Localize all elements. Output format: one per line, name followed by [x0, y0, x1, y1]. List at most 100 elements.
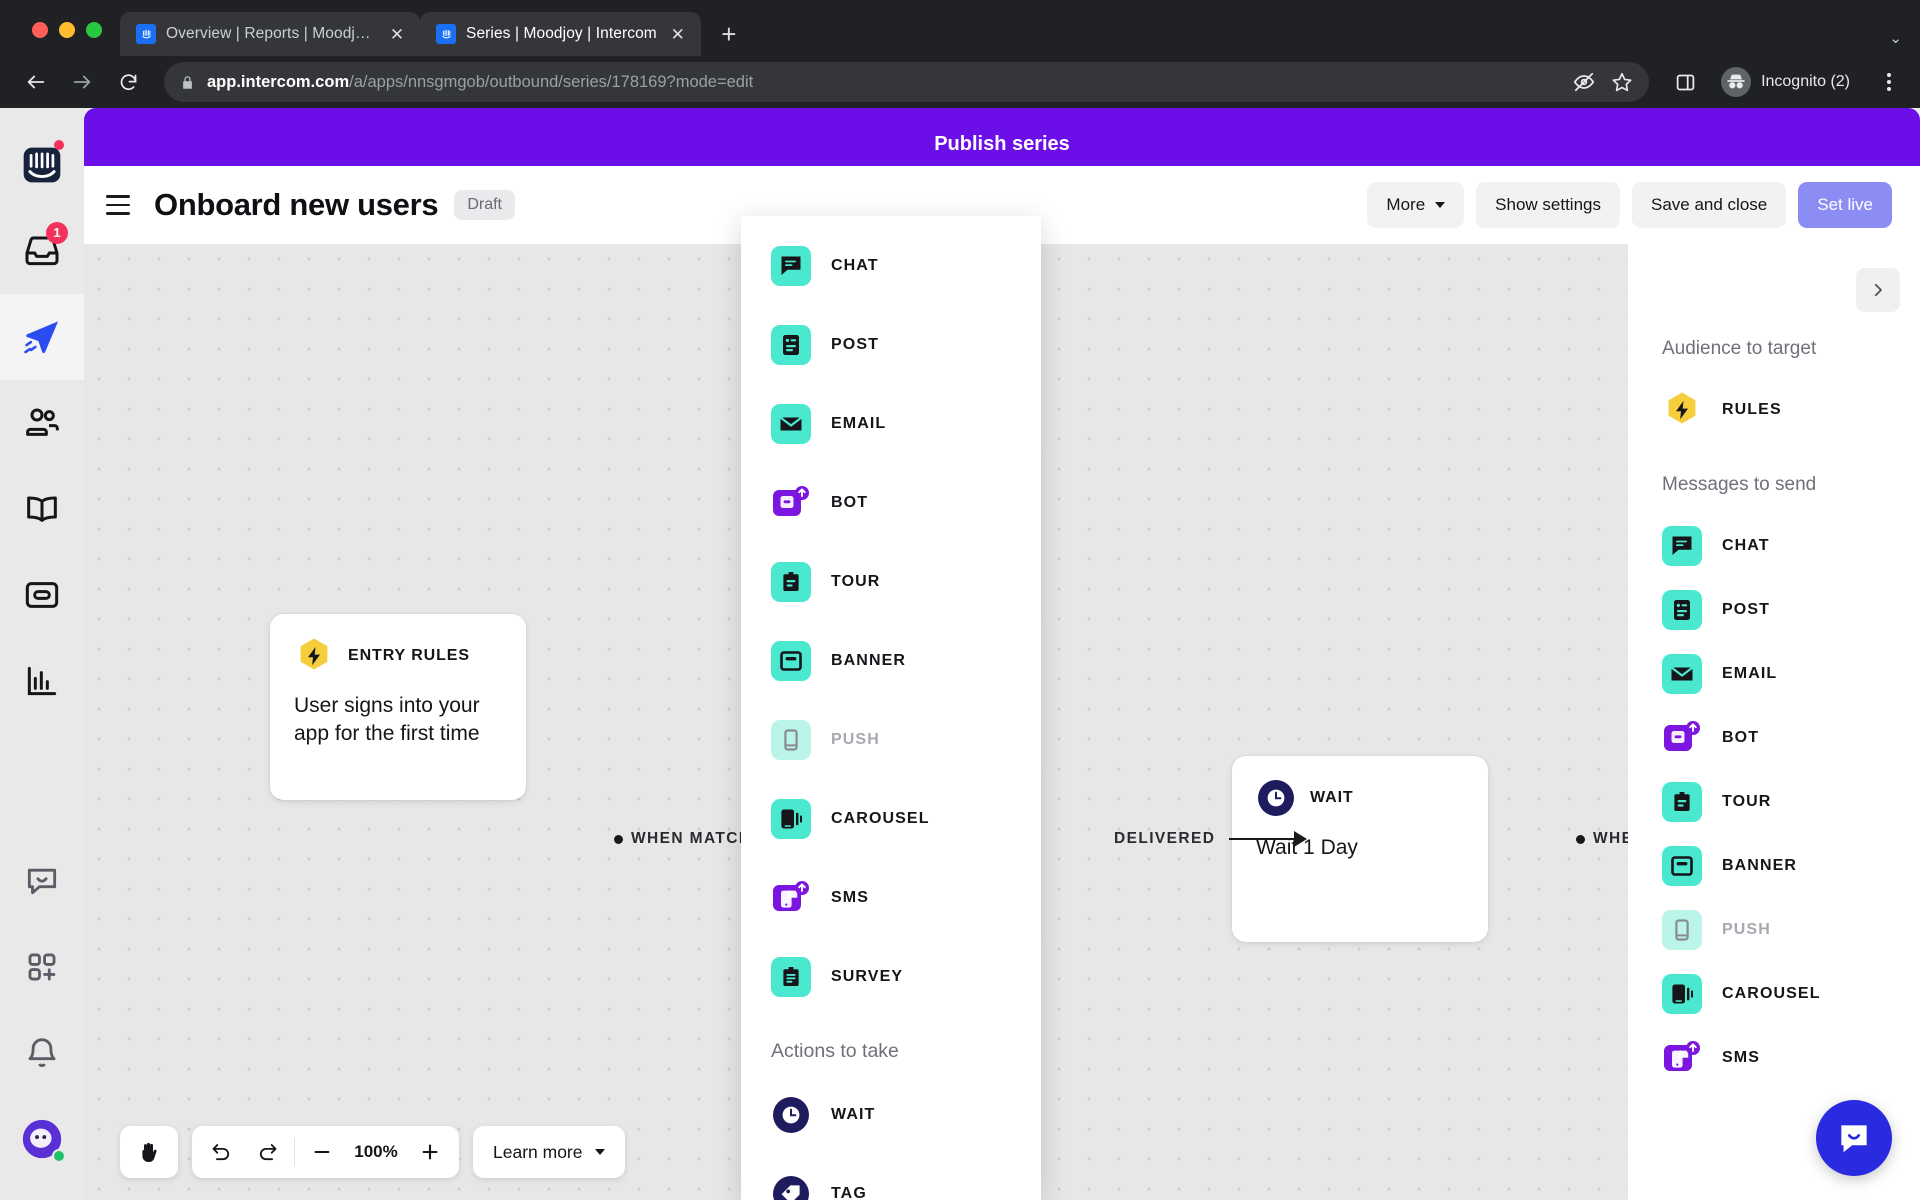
- dropdown-item-survey[interactable]: SURVEY: [741, 937, 1041, 1016]
- wait-clock-icon: [1256, 778, 1296, 818]
- dropdown-item-label: TOUR: [831, 572, 881, 590]
- dropdown-item-carousel[interactable]: CAROUSEL: [741, 779, 1041, 858]
- sidebar-item-outbound[interactable]: [0, 294, 84, 380]
- rules-hex-icon: [294, 636, 334, 676]
- hand-icon[interactable]: [126, 1129, 172, 1175]
- dropdown-item-sms[interactable]: SMS: [741, 858, 1041, 937]
- audience-section-title: Audience to target: [1662, 338, 1817, 359]
- sidebar-bottom-group: [0, 838, 84, 1200]
- header-actions: More Show settings Save and close Set li…: [1367, 182, 1892, 228]
- panel-item-label: CAROUSEL: [1722, 985, 1821, 1002]
- panel-item-tour[interactable]: TOUR: [1628, 770, 1920, 834]
- avatar[interactable]: [0, 1096, 84, 1182]
- dropdown-item-email[interactable]: EMAIL: [741, 384, 1041, 463]
- menu-icon[interactable]: [106, 188, 140, 222]
- banner-icon: [771, 640, 811, 681]
- app-sidebar-rail: 1: [0, 108, 84, 1200]
- chevron-down-icon[interactable]: ⌄: [1889, 31, 1902, 46]
- address-bar[interactable]: app.intercom.com/a/apps/nnsgmgob/outboun…: [164, 62, 1650, 102]
- edge-dot: [614, 834, 623, 844]
- dropdown-item-label: BANNER: [831, 651, 907, 669]
- close-icon[interactable]: ✕: [386, 23, 408, 45]
- dropdown-item-label: SMS: [831, 888, 869, 906]
- kebab-menu-icon[interactable]: [1874, 73, 1904, 91]
- edge-arrow-head: [1294, 831, 1307, 847]
- dropdown-item-tag[interactable]: TAG: [741, 1154, 1041, 1200]
- eye-off-icon[interactable]: [1573, 71, 1595, 93]
- dropdown-item-banner[interactable]: BANNER: [741, 621, 1041, 700]
- sidebar-item-articles[interactable]: [0, 466, 84, 552]
- sidebar-item-messenger[interactable]: [0, 552, 84, 638]
- sidebar-item-apps-add[interactable]: [0, 924, 84, 1010]
- zoom-controls-group: 100%: [192, 1126, 459, 1178]
- inbox-badge: 1: [46, 222, 68, 244]
- forward-arrow-icon[interactable]: [62, 62, 102, 102]
- node-wait[interactable]: WAIT Wait 1 Day: [1232, 756, 1488, 942]
- show-settings-button[interactable]: Show settings: [1476, 182, 1620, 228]
- panel-item-chat[interactable]: CHAT: [1628, 514, 1920, 578]
- dropdown-item-tour[interactable]: TOUR: [741, 542, 1041, 621]
- dropdown-item-bot[interactable]: BOT: [741, 463, 1041, 542]
- browser-chrome: Overview | Reports | Moodjoy | ✕ Series …: [0, 0, 1920, 108]
- browser-tab-2[interactable]: Series | Moodjoy | Intercom ✕: [420, 12, 701, 56]
- dropdown-item-push[interactable]: PUSH: [741, 700, 1041, 779]
- profile-chip[interactable]: Incognito (2): [1715, 62, 1864, 102]
- zoom-out-button[interactable]: [299, 1129, 345, 1175]
- side-panel-icon[interactable]: [1665, 62, 1705, 102]
- rules-hex-icon: [1662, 390, 1702, 430]
- sidebar-item-inbox[interactable]: 1: [0, 208, 84, 294]
- notification-dot: [54, 140, 64, 150]
- profile-label: Incognito (2): [1761, 73, 1850, 90]
- more-button[interactable]: More: [1367, 182, 1465, 228]
- close-icon[interactable]: ✕: [667, 23, 689, 45]
- panel-item-bot[interactable]: BOT: [1628, 706, 1920, 770]
- sidebar-item-notifications[interactable]: [0, 1010, 84, 1096]
- sidebar-item-contacts[interactable]: [0, 380, 84, 466]
- incognito-avatar: [1721, 67, 1752, 97]
- panel-item-label: BANNER: [1722, 857, 1798, 874]
- set-live-button[interactable]: Set live: [1798, 182, 1892, 228]
- dropdown-item-label: PUSH: [831, 730, 880, 748]
- browser-tab-title: Overview | Reports | Moodjoy |: [166, 25, 376, 42]
- chat-icon: [1662, 526, 1702, 566]
- window-traffic-lights[interactable]: [20, 22, 120, 56]
- blocks-side-panel: Audience to target RULES Messages to sen…: [1628, 244, 1920, 1200]
- redo-icon[interactable]: [244, 1129, 290, 1175]
- reload-icon[interactable]: [108, 62, 148, 102]
- panel-item-post[interactable]: POST: [1628, 578, 1920, 642]
- dropdown-item-chat[interactable]: CHAT: [741, 226, 1041, 305]
- chevron-down-icon: [594, 1149, 605, 1155]
- panel-item-rules[interactable]: RULES: [1628, 378, 1920, 442]
- star-icon[interactable]: [1611, 71, 1633, 93]
- intercom-messenger-icon: [1835, 1119, 1873, 1157]
- panel-item-banner[interactable]: BANNER: [1628, 834, 1920, 898]
- browser-tab-1[interactable]: Overview | Reports | Moodjoy | ✕: [120, 12, 420, 56]
- back-arrow-icon[interactable]: [16, 62, 56, 102]
- node-entry-rules[interactable]: ENTRY RULES User signs into your app for…: [270, 614, 526, 800]
- panel-item-push[interactable]: PUSH: [1628, 898, 1920, 962]
- intercom-messenger-launcher[interactable]: [1816, 1100, 1892, 1176]
- zoom-in-button[interactable]: [407, 1129, 453, 1175]
- messages-section-title: Messages to send: [1662, 474, 1817, 495]
- collapse-panel-button[interactable]: [1856, 268, 1900, 312]
- minimize-window-button[interactable]: [59, 22, 75, 38]
- close-window-button[interactable]: [32, 22, 48, 38]
- new-tab-button[interactable]: +: [711, 16, 747, 52]
- panel-item-label: TOUR: [1722, 793, 1772, 810]
- sidebar-item-chat-bubble[interactable]: [0, 838, 84, 924]
- panel-item-label: EMAIL: [1722, 665, 1778, 682]
- sidebar-item-reports[interactable]: [0, 638, 84, 724]
- zoom-level-label: 100%: [354, 1142, 398, 1161]
- dropdown-item-wait[interactable]: WAIT: [741, 1075, 1041, 1154]
- learn-more-button[interactable]: Learn more: [473, 1126, 625, 1178]
- panel-item-label: SMS: [1722, 1049, 1760, 1066]
- browser-right-controls: Incognito (2): [1665, 62, 1904, 102]
- dropdown-item-post[interactable]: POST: [741, 305, 1041, 384]
- undo-icon[interactable]: [198, 1129, 244, 1175]
- sidebar-item-home[interactable]: [0, 122, 84, 208]
- maximize-window-button[interactable]: [86, 22, 102, 38]
- panel-item-sms[interactable]: SMS: [1628, 1026, 1920, 1090]
- panel-item-carousel[interactable]: CAROUSEL: [1628, 962, 1920, 1026]
- save-and-close-button[interactable]: Save and close: [1632, 182, 1787, 228]
- panel-item-email[interactable]: EMAIL: [1628, 642, 1920, 706]
